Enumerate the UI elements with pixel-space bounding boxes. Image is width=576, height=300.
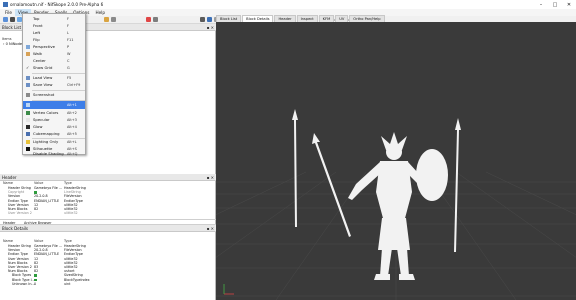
items-column[interactable]: Items: [2, 37, 12, 41]
textures-icon: [26, 103, 30, 107]
render-viewport[interactable]: [216, 22, 576, 300]
col-name[interactable]: Name: [3, 239, 13, 243]
vertex-colors-icon: [26, 111, 30, 115]
string-icon: [34, 274, 37, 277]
menu-item-screenshot[interactable]: Screenshot: [23, 91, 85, 99]
tab-ortho-pan-help[interactable]: Ortho Pan/Help: [349, 15, 385, 22]
block-list-title: Block List: [2, 25, 22, 30]
view-dropdown-menu: Top F Front F Left L Flip F11 Perspective P W…: [22, 13, 86, 158]
viewport-canvas: [216, 109, 576, 300]
header-rows: Header String Gamebryo File ... HeaderStri…: [0, 186, 216, 215]
col-value[interactable]: Value: [34, 181, 43, 185]
view-mode-icon[interactable]: [111, 17, 116, 22]
menu-item-cubemapping[interactable]: Cubemapping Alt+5: [23, 130, 85, 138]
camera-icon[interactable]: [200, 17, 205, 22]
close-icon[interactable]: ✕: [562, 0, 576, 9]
col-type[interactable]: Type: [64, 181, 72, 185]
model-mesh: [292, 109, 461, 280]
col-name[interactable]: Name: [3, 181, 13, 185]
col-type[interactable]: Type: [64, 239, 72, 243]
mode-icon[interactable]: [146, 17, 151, 22]
table-row[interactable]: Unknown In... 0 uint: [0, 282, 216, 286]
cubemap-icon: [26, 132, 30, 136]
lighting-icon: [26, 140, 30, 144]
menu-help[interactable]: Help: [92, 9, 108, 16]
perspective-icon: [26, 45, 30, 49]
tab-inspect[interactable]: Inspect: [296, 15, 318, 22]
minimize-icon[interactable]: –: [534, 0, 548, 9]
col-value[interactable]: Value: [34, 239, 43, 243]
save-icon[interactable]: [10, 17, 15, 22]
title-bar: ornalamoutn.nif - NifSkope 2.0.0 Pre-Alp…: [0, 0, 576, 9]
view-tabs: Block List Block Details Header Inspect …: [216, 14, 576, 22]
tab-block-list[interactable]: Block List: [216, 15, 242, 22]
grid-icon[interactable]: [207, 17, 212, 22]
window-controls: – □ ✕: [534, 0, 576, 9]
maximize-icon[interactable]: □: [548, 0, 562, 9]
open-icon[interactable]: [3, 17, 8, 22]
app-icon: [3, 2, 8, 7]
axis-gizmo: [223, 284, 234, 295]
glow-icon: [26, 125, 30, 129]
block-details-title: Block Details: [2, 226, 28, 231]
check-icon: ✓: [26, 65, 30, 70]
menu-item-show-grid[interactable]: ✓ Show Grid G: [23, 64, 85, 72]
tree-root-node[interactable]: 0 NiNode: [6, 42, 23, 46]
camera-icon: [26, 93, 30, 97]
reset-icon[interactable]: [153, 17, 158, 22]
menu-item-highlighted[interactable]: Alt+1: [23, 101, 85, 109]
panel-controls-icon[interactable]: ▪ ✕: [207, 225, 214, 232]
tree-expander-icon[interactable]: ›: [3, 42, 4, 46]
tab-kfm[interactable]: KFM: [318, 15, 335, 22]
details-rows: Header String Gamebryo File ... HeaderStri…: [0, 244, 216, 286]
tab-block-details[interactable]: Block Details: [242, 15, 274, 22]
block-tree: › 0 NiNode: [3, 42, 22, 46]
render-mode-icon[interactable]: [104, 17, 109, 22]
string-icon: [34, 278, 37, 281]
block-details-panel-title: Block Details ▪ ✕: [0, 225, 216, 232]
panel-controls-icon[interactable]: ▪ ✕: [207, 24, 214, 31]
panel-controls-icon[interactable]: ▪ ✕: [207, 174, 214, 181]
string-icon: [34, 191, 37, 194]
window-title: ornalamoutn.nif - NifSkope 2.0.0 Pre-Alp…: [10, 2, 104, 7]
tab-uv[interactable]: UV: [335, 15, 349, 22]
specular-icon: [26, 118, 30, 122]
header-title: Header: [2, 175, 17, 180]
menu-file[interactable]: File: [2, 9, 15, 16]
menu-item-save-view[interactable]: Save View Ctrl+F9: [23, 81, 85, 89]
tab-header[interactable]: Header: [274, 15, 296, 22]
table-row[interactable]: User Version 2 ulittle32: [0, 211, 216, 215]
load-view-icon: [26, 76, 30, 80]
walk-icon: [26, 52, 30, 56]
header-panel-title: Header ▪ ✕: [0, 174, 216, 181]
menu-item-disable-shading[interactable]: Disable Shading Alt+Q: [23, 150, 85, 158]
save-view-icon: [26, 83, 30, 87]
